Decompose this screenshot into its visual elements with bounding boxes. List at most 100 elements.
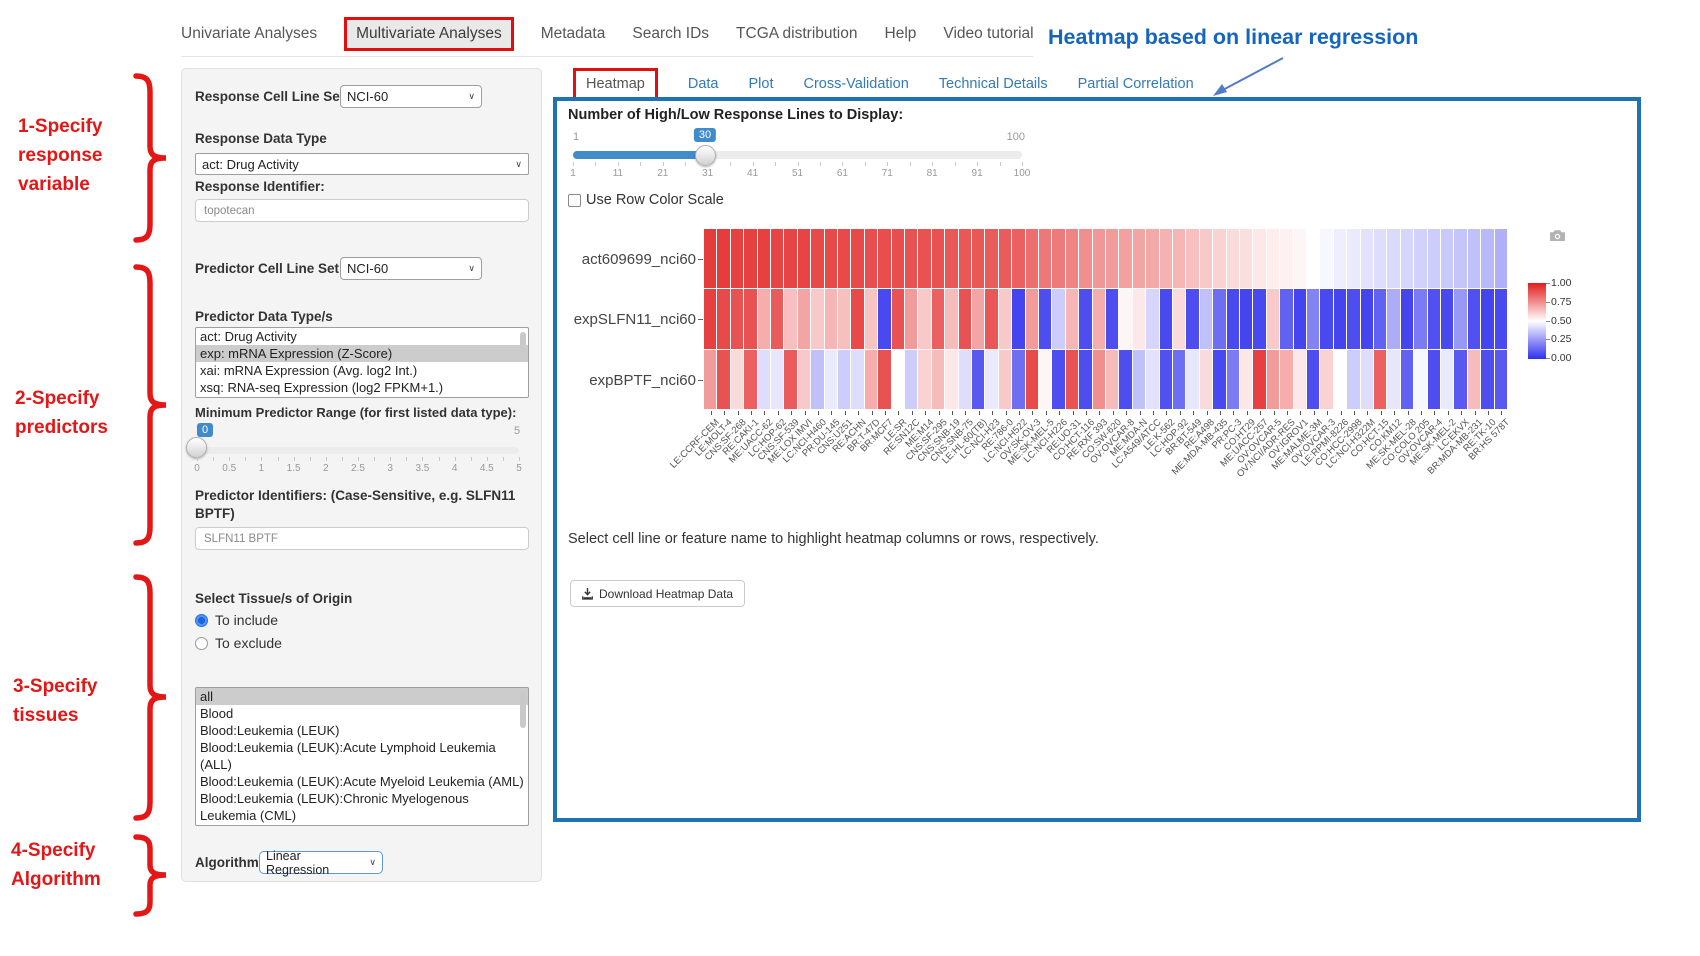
heatmap-cell[interactable] — [1294, 350, 1306, 409]
heatmap-cell[interactable] — [1307, 229, 1319, 288]
heatmap-cell[interactable] — [731, 229, 743, 288]
heatmap-cell[interactable] — [1133, 229, 1145, 288]
heatmap-cell[interactable] — [1401, 350, 1413, 409]
heatmap-cell[interactable] — [1361, 350, 1373, 409]
heatmap-cell[interactable] — [1186, 350, 1198, 409]
heatmap-cell[interactable] — [1146, 229, 1158, 288]
heatmap-cell[interactable] — [1253, 350, 1265, 409]
heatmap-cell[interactable] — [1052, 350, 1064, 409]
heatmap-cell[interactable] — [838, 229, 850, 288]
heatmap-cell[interactable] — [1039, 229, 1051, 288]
heatmap-cell[interactable] — [1093, 350, 1105, 409]
heatmap-cell[interactable] — [1186, 229, 1198, 288]
heatmap-cell[interactable] — [1414, 289, 1426, 348]
heatmap-cell[interactable] — [1468, 289, 1480, 348]
predictor-data-type-option-xsq-rna-seq-expression-log2-fpkm-1[interactable]: xsq: RNA-seq Expression (log2 FPKM+1.) — [196, 379, 528, 396]
heatmap-cell[interactable] — [1160, 229, 1172, 288]
heatmap-cell[interactable] — [959, 229, 971, 288]
predictor-cell-line-set-select[interactable]: NCI-60 ∨ — [340, 257, 482, 280]
predictor-data-type-option-exp-mrna-expression-z-score[interactable]: exp: mRNA Expression (Z-Score) — [196, 345, 528, 362]
heatmap-cell[interactable] — [784, 229, 796, 288]
heatmap-cell[interactable] — [1414, 229, 1426, 288]
heatmap-cell[interactable] — [1012, 350, 1024, 409]
heatmap-cell[interactable] — [865, 289, 877, 348]
heatmap-cell[interactable] — [945, 229, 957, 288]
heatmap-cell[interactable] — [851, 350, 863, 409]
heatmap-cell[interactable] — [892, 350, 904, 409]
heatmap-cell[interactable] — [1079, 350, 1091, 409]
heatmap-cell[interactable] — [1387, 289, 1399, 348]
heatmap-cell[interactable] — [1119, 289, 1131, 348]
heatmap-cell[interactable] — [1294, 289, 1306, 348]
camera-icon[interactable] — [1549, 229, 1566, 242]
download-heatmap-data-button[interactable]: Download Heatmap Data — [570, 580, 745, 607]
heatmap-cell[interactable] — [811, 289, 823, 348]
heatmap-cell[interactable] — [1280, 229, 1292, 288]
tissue-option-blood-leukemia-leuk[interactable]: Blood:Leukemia (LEUK) — [196, 722, 528, 739]
heatmap-cell[interactable] — [771, 229, 783, 288]
heatmap-cell[interactable] — [985, 350, 997, 409]
heatmap-cell[interactable] — [1468, 350, 1480, 409]
heatmap-cell[interactable] — [1294, 229, 1306, 288]
tab-technical-details[interactable]: Technical Details — [939, 76, 1048, 92]
heatmap-cell[interactable] — [1253, 289, 1265, 348]
heatmap-cell[interactable] — [905, 289, 917, 348]
tissue-option-all[interactable]: all — [196, 688, 528, 705]
heatmap-cell[interactable] — [1106, 229, 1118, 288]
heatmap-cell[interactable] — [1227, 289, 1239, 348]
heatmap-cell[interactable] — [1052, 229, 1064, 288]
heatmap-cell[interactable] — [798, 229, 810, 288]
heatmap-cell[interactable] — [1454, 289, 1466, 348]
heatmap-cell[interactable] — [784, 350, 796, 409]
response-data-type-select[interactable]: act: Drug Activity ∨ — [195, 153, 529, 175]
predictor-data-type-option-act-drug-activity[interactable]: act: Drug Activity — [196, 328, 528, 345]
heatmap-cell[interactable] — [878, 289, 890, 348]
scrollbar-thumb[interactable] — [520, 692, 526, 728]
heatmap-row-label-expbptf-nci60[interactable]: expBPTF_nci60 — [546, 372, 696, 389]
heatmap-cell[interactable] — [1481, 229, 1493, 288]
heatmap-cell[interactable] — [838, 350, 850, 409]
heatmap-cell[interactable] — [1374, 289, 1386, 348]
response-cell-line-set-select[interactable]: NCI-60 ∨ — [340, 85, 482, 108]
heatmap-cell[interactable] — [1213, 289, 1225, 348]
heatmap-cell[interactable] — [1280, 289, 1292, 348]
heatmap-cell[interactable] — [1414, 350, 1426, 409]
tissue-list[interactable]: allBloodBlood:Leukemia (LEUK)Blood:Leuke… — [195, 687, 529, 826]
min-range-slider-handle[interactable] — [186, 437, 207, 458]
predictor-identifiers-input[interactable]: SLFN11 BPTF — [195, 527, 529, 550]
heatmap-cell[interactable] — [1093, 229, 1105, 288]
heatmap-cell[interactable] — [717, 229, 729, 288]
heatmap-cell[interactable] — [999, 229, 1011, 288]
heatmap-cell[interactable] — [1401, 289, 1413, 348]
heatmap-cell[interactable] — [1267, 229, 1279, 288]
heatmap-cell[interactable] — [731, 289, 743, 348]
heatmap-cell[interactable] — [1387, 229, 1399, 288]
heatmap-cell[interactable] — [717, 289, 729, 348]
heatmap-cell[interactable] — [1227, 229, 1239, 288]
heatmap-cell[interactable] — [959, 350, 971, 409]
heatmap-cell[interactable] — [811, 229, 823, 288]
heatmap-cell[interactable] — [1240, 289, 1252, 348]
heatmap-cell[interactable] — [999, 289, 1011, 348]
heatmap-cell[interactable] — [798, 289, 810, 348]
heatmap-cell[interactable] — [959, 289, 971, 348]
heatmap-cell[interactable] — [1173, 350, 1185, 409]
heatmap-cell[interactable] — [932, 350, 944, 409]
heatmap-cell[interactable] — [1495, 229, 1507, 288]
heatmap-cell[interactable] — [932, 289, 944, 348]
heatmap-cell[interactable] — [1066, 350, 1078, 409]
heatmap-cell[interactable] — [1213, 350, 1225, 409]
heatmap-cell[interactable] — [1468, 229, 1480, 288]
heatmap-cell[interactable] — [1133, 350, 1145, 409]
tab-heatmap[interactable]: Heatmap — [573, 68, 658, 100]
heatmap-cell[interactable] — [1146, 289, 1158, 348]
heatmap-cell[interactable] — [1200, 229, 1212, 288]
heatmap-cell[interactable] — [1428, 289, 1440, 348]
heatmap-cell[interactable] — [932, 229, 944, 288]
heatmap-cell[interactable] — [1347, 289, 1359, 348]
heatmap-cell[interactable] — [905, 350, 917, 409]
heatmap-cell[interactable] — [851, 289, 863, 348]
predictor-data-types-list[interactable]: act: Drug Activityexp: mRNA Expression (… — [195, 327, 529, 398]
heatmap-cell[interactable] — [1173, 229, 1185, 288]
heatmap-cell[interactable] — [1146, 350, 1158, 409]
